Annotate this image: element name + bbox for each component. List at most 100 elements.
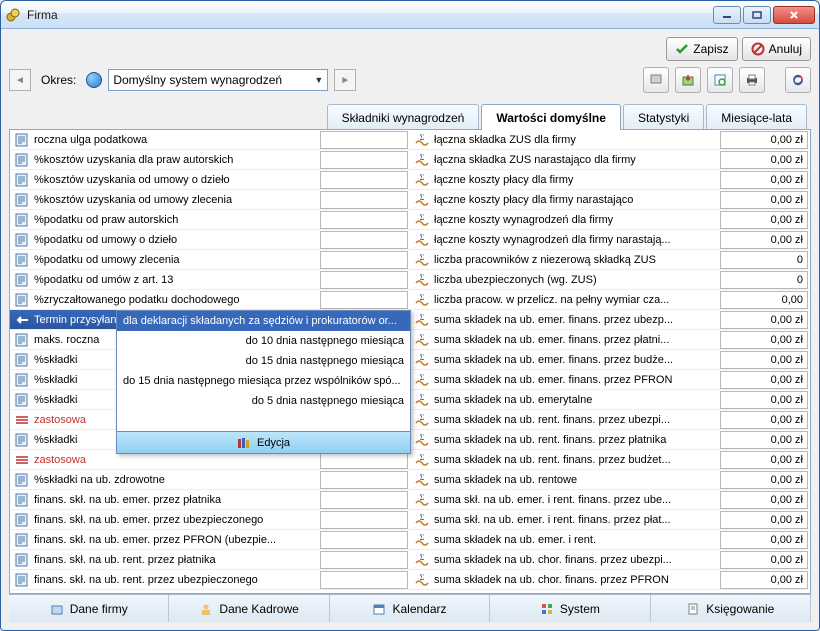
list-row[interactable]: Σsuma składek na ub. emer. finans. przez… [410,370,810,390]
list-row[interactable]: Σsuma składek na ub. rent. finans. przez… [410,410,810,430]
row-value[interactable] [320,271,408,289]
row-value[interactable]: 0,00 zł [720,331,808,349]
list-row[interactable]: Σsuma składek na ub. rent. finans. przez… [410,450,810,470]
list-row[interactable]: finans. skł. na ub. emer. przez PFRON (u… [10,530,410,550]
list-row[interactable]: Σłączne koszty płacy dla firmy0,00 zł [410,170,810,190]
list-row[interactable]: Σsuma składek na ub. emer. i rent.0,00 z… [410,530,810,550]
list-row[interactable]: Σsuma skł. na ub. emer. i rent. finans. … [410,510,810,530]
row-value[interactable]: 0,00 zł [720,171,808,189]
list-row[interactable]: Σłączne koszty wynagrodzeń dla firmy0,00… [410,210,810,230]
row-value[interactable]: 0,00 zł [720,191,808,209]
list-row[interactable]: Σsuma składek na ub. rentowe0,00 zł [410,470,810,490]
subtab-miesiace[interactable]: Miesiące-lata [706,104,807,130]
row-value[interactable]: 0,00 zł [720,391,808,409]
list-row[interactable]: Σsuma składek na ub. chor. finans. przez… [410,550,810,570]
row-value[interactable] [320,291,408,309]
subtab-statystyki[interactable]: Statystyki [623,104,704,130]
list-row[interactable]: Σłączne koszty wynagrodzeń dla firmy nar… [410,230,810,250]
row-value[interactable]: 0,00 [720,291,808,309]
list-row[interactable]: Σliczba pracow. w przelicz. na pełny wym… [410,290,810,310]
row-value[interactable] [320,511,408,529]
row-value[interactable] [320,551,408,569]
list-row[interactable]: %podatku od umowy zlecenia [10,250,410,270]
dropdown-option[interactable]: do 15 dnia następnego miesiąca przez wsp… [117,371,410,391]
row-value[interactable]: 0,00 zł [720,351,808,369]
subtab-wartosci[interactable]: Wartości domyślne [481,104,621,130]
list-row[interactable]: finans. skł. na ub. rent. przez płatnika [10,550,410,570]
list-row[interactable]: %kosztów uzyskania od umowy o dzieło [10,170,410,190]
list-row[interactable]: finans. skł. na ub. emer. przez ubezpiec… [10,510,410,530]
row-value[interactable]: 0,00 zł [720,511,808,529]
tab-ksiegowanie[interactable]: Księgowanie [651,595,811,622]
list-row[interactable]: %kosztów uzyskania od umowy zlecenia [10,190,410,210]
row-value[interactable]: 0,00 zł [720,131,808,149]
row-value[interactable] [320,531,408,549]
list-row[interactable]: finans. skł. na ub. rent. przez ubezpiec… [10,570,410,590]
row-value[interactable]: 0,00 zł [720,371,808,389]
row-value[interactable]: 0,00 zł [720,451,808,469]
list-row[interactable]: finans. skł. na ub. emer. przez płatnika [10,490,410,510]
row-value[interactable] [320,171,408,189]
row-value[interactable]: 0,00 zł [720,311,808,329]
minimize-button[interactable] [713,6,741,24]
list-row[interactable]: Σsuma składek na ub. rent. finans. przez… [410,430,810,450]
row-value[interactable] [320,151,408,169]
tab-kalendarz[interactable]: Kalendarz [330,595,490,622]
row-value[interactable] [320,491,408,509]
period-next-button[interactable]: ► [334,69,356,91]
maximize-button[interactable] [743,6,771,24]
tool-preview-button[interactable] [707,67,733,93]
list-row[interactable]: Σliczba ubezpieczonych (wg. ZUS)0 [410,270,810,290]
row-value[interactable] [320,211,408,229]
termin-dropdown[interactable]: dla deklaracji składanych za sędziów i p… [116,310,411,454]
subtab-skladniki[interactable]: Składniki wynagrodzeń [327,104,480,130]
row-value[interactable]: 0 [720,251,808,269]
list-row[interactable]: roczna ulga podatkowa [10,130,410,150]
tool-print-button[interactable] [739,67,765,93]
period-combo[interactable]: Domyślny system wynagrodzeń ▼ [108,69,328,91]
list-row[interactable]: %podatku od praw autorskich [10,210,410,230]
dropdown-option[interactable]: dla deklaracji składanych za sędziów i p… [117,311,410,331]
row-value[interactable]: 0,00 zł [720,151,808,169]
row-value[interactable]: 0,00 zł [720,211,808,229]
tab-dane-firmy[interactable]: Dane firmy [9,595,169,622]
row-value[interactable]: 0,00 zł [720,431,808,449]
list-row[interactable]: Σsuma składek na ub. chor. finans. przez… [410,570,810,590]
period-prev-button[interactable]: ◄ [9,69,31,91]
cancel-button[interactable]: Anuluj [742,37,811,61]
list-row[interactable]: Σliczba pracowników z niezerową składką … [410,250,810,270]
list-row[interactable]: %podatku od umowy o dzieło [10,230,410,250]
row-value[interactable] [320,251,408,269]
list-row[interactable]: Σsuma składek na ub. emer. finans. przez… [410,330,810,350]
row-value[interactable]: 0 [720,271,808,289]
list-row[interactable]: Σsuma składek na ub. emer. finans. przez… [410,310,810,330]
row-value[interactable]: 0,00 zł [720,571,808,589]
dropdown-option[interactable]: do 10 dnia następnego miesiąca [117,331,410,351]
list-row[interactable]: Σsuma składek na ub. emerytalne0,00 zł [410,390,810,410]
list-row[interactable]: Σsuma skł. na ub. emer. i rent. finans. … [410,490,810,510]
row-value[interactable] [320,471,408,489]
row-value[interactable] [320,571,408,589]
close-button[interactable] [773,6,815,24]
row-value[interactable] [320,131,408,149]
row-value[interactable]: 0,00 zł [720,551,808,569]
save-button[interactable]: Zapisz [666,37,737,61]
list-row[interactable]: Σłączne koszty płacy dla firmy narastają… [410,190,810,210]
tool-export-button[interactable] [675,67,701,93]
dropdown-option[interactable]: do 15 dnia następnego miesiąca [117,351,410,371]
row-value[interactable] [320,231,408,249]
dropdown-edit-button[interactable]: Edycja [117,431,410,453]
list-row[interactable]: Σłączna składka ZUS narastająco dla firm… [410,150,810,170]
row-value[interactable]: 0,00 zł [720,231,808,249]
dropdown-option[interactable]: do 5 dnia następnego miesiąca [117,391,410,411]
row-value[interactable]: 0,00 zł [720,471,808,489]
list-row[interactable]: %składki na ub. zdrowotne [10,470,410,490]
tool-refresh-button[interactable] [785,67,811,93]
row-value[interactable] [320,191,408,209]
row-value[interactable]: 0,00 zł [720,531,808,549]
tab-system[interactable]: System [490,595,650,622]
list-row[interactable]: Σsuma składek na ub. emer. finans. przez… [410,350,810,370]
row-value[interactable]: 0,00 zł [720,411,808,429]
tool-print-list-button[interactable] [643,67,669,93]
tab-dane-kadrowe[interactable]: Dane Kadrowe [169,595,329,622]
